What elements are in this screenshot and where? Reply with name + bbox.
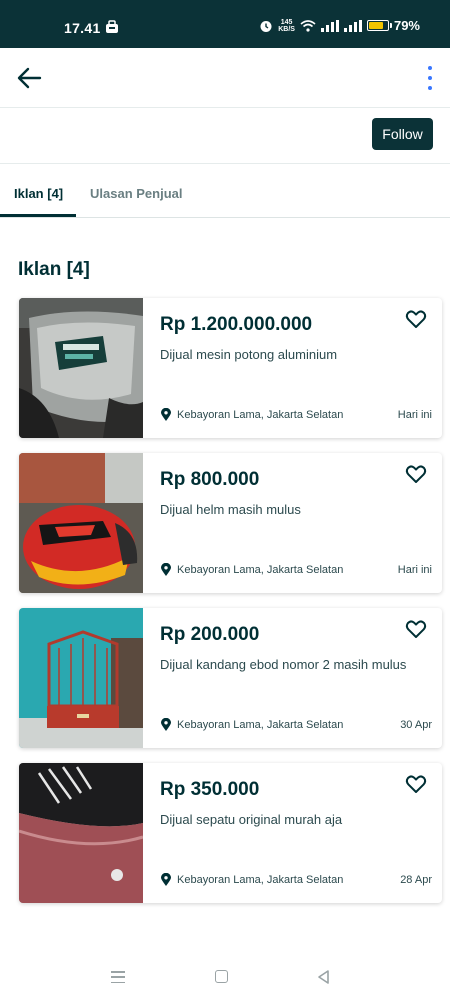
heart-icon[interactable]: [404, 462, 428, 486]
listing-date: 30 Apr: [400, 719, 432, 731]
location-pin-icon: [161, 718, 171, 731]
listing-price: Rp 1.200.000.000: [160, 314, 313, 335]
tab-active-indicator: [0, 214, 76, 217]
listing-title: Dijual kandang ebod nomor 2 masih mulus: [160, 657, 407, 672]
home-icon[interactable]: [215, 970, 228, 983]
network-speed-unit: KB/S: [278, 25, 295, 33]
location-pin-icon: [161, 408, 171, 421]
location-pin-icon: [161, 563, 171, 576]
system-nav-bar: [0, 955, 450, 1000]
battery-fill: [368, 22, 384, 29]
section-title: Iklan [4]: [18, 259, 90, 280]
listing-title: Dijual helm masih mulus: [160, 502, 301, 517]
menu-line: [111, 971, 125, 973]
status-bar: 17.41 145 KB/S 79%: [0, 0, 450, 48]
status-indicators: 145 KB/S 79%: [259, 18, 420, 33]
follow-button[interactable]: Follow: [372, 118, 433, 150]
signal-icon: [320, 19, 339, 32]
more-dot: [428, 76, 432, 80]
listing-card[interactable]: Rp 350.000 Dijual sepatu original murah …: [19, 763, 442, 903]
back-triangle-icon[interactable]: [316, 969, 332, 985]
status-time: 17.41: [64, 20, 101, 36]
tab-ads[interactable]: Iklan [4]: [14, 186, 63, 201]
listing-location: Kebayoran Lama, Jakarta Selatan: [177, 409, 344, 421]
heart-icon[interactable]: [404, 307, 428, 331]
listing-price: Rp 200.000: [160, 624, 260, 645]
notification-tray-icon: [106, 20, 118, 33]
listing-date: Hari ini: [397, 564, 432, 576]
listing-title: Dijual sepatu original murah aja: [160, 812, 343, 827]
app-bar: [0, 48, 450, 108]
listing-card[interactable]: Rp 200.000 Dijual kandang ebod nomor 2 m…: [19, 608, 442, 748]
listing-price: Rp 800.000: [160, 469, 260, 490]
alarm-icon: [260, 20, 272, 32]
listing-card[interactable]: Rp 1.200.000.000 Dijual mesin potong alu…: [19, 298, 442, 438]
listing-title: Dijual mesin potong aluminium: [160, 347, 338, 362]
more-dot: [428, 66, 432, 70]
listing-date: 28 Apr: [400, 874, 432, 886]
listing-date: Hari ini: [397, 409, 432, 421]
listing-price: Rp 350.000: [160, 779, 260, 800]
network-speed: 145 KB/S: [278, 19, 295, 33]
listing-location: Kebayoran Lama, Jakarta Selatan: [177, 874, 344, 886]
battery-icon: [366, 20, 392, 31]
listing-image[interactable]: [19, 453, 143, 593]
arrow-left-icon[interactable]: [14, 62, 46, 94]
recent-apps-icon[interactable]: [111, 971, 125, 983]
listing-location: Kebayoran Lama, Jakarta Selatan: [177, 564, 344, 576]
listing-card[interactable]: Rp 800.000 Dijual helm masih mulus Kebay…: [19, 453, 442, 593]
listing-location: Kebayoran Lama, Jakarta Selatan: [177, 719, 344, 731]
heart-icon[interactable]: [404, 617, 428, 641]
tab-seller-reviews[interactable]: Ulasan Penjual: [90, 186, 182, 201]
signal-icon-2: [343, 19, 362, 32]
heart-icon[interactable]: [404, 772, 428, 796]
listing-image[interactable]: [19, 608, 143, 748]
listing-image[interactable]: [19, 298, 143, 438]
location-pin-icon: [161, 873, 171, 886]
more-vertical-icon[interactable]: [426, 66, 434, 90]
listing-image[interactable]: [19, 763, 143, 903]
network-speed-value: 145: [280, 18, 293, 26]
battery-percent: 79%: [393, 18, 420, 33]
menu-line: [111, 981, 125, 983]
more-dot: [428, 86, 432, 90]
wifi-icon: [300, 19, 316, 32]
menu-line: [111, 976, 125, 978]
tab-bar: Iklan [4] Ulasan Penjual: [0, 170, 450, 218]
